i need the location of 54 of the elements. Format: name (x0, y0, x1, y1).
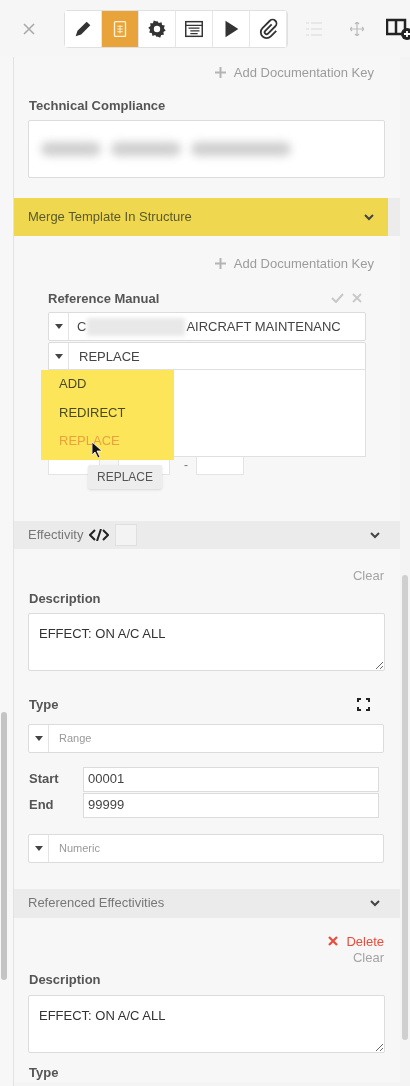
field-label: Type (29, 696, 59, 714)
description-field[interactable]: EFFECT: ON A/C ALL (28, 613, 385, 671)
field-label: Start (29, 770, 60, 789)
section-header[interactable]: Effectivity (14, 521, 400, 549)
field-label: Reference Manual (48, 289, 160, 308)
dropdown-option[interactable]: REDIRECT (49, 398, 365, 427)
code-icon[interactable] (89, 529, 110, 541)
caret-icon (34, 845, 43, 851)
select-field[interactable]: Numeric (28, 833, 384, 863)
add-documentation-key-link[interactable]: Add Documentation Key (214, 63, 374, 83)
field-label: End (29, 796, 55, 815)
select-field[interactable]: C AIRCRAFT MAINTENANC (48, 312, 366, 341)
add-column-icon[interactable] (386, 16, 410, 41)
close-icon (328, 936, 339, 947)
tooltip: REPLACE (88, 464, 163, 489)
scrollbar-thumb[interactable] (1, 712, 7, 980)
section-header[interactable]: Merge Template In Structure (14, 198, 388, 236)
section-title: Merge Template In Structure (28, 208, 192, 227)
move-icon[interactable] (350, 21, 364, 36)
chevron-icon[interactable] (364, 213, 374, 221)
section-title: Referenced Effectivities (28, 894, 165, 913)
field-label: Description (29, 589, 102, 608)
select-field[interactable]: REPLACE (48, 342, 366, 371)
caret-icon (34, 735, 43, 741)
expand-icon[interactable] (357, 698, 370, 712)
section-header[interactable]: Referenced Effectivities (14, 888, 400, 918)
section-title: Effectivity (28, 526, 84, 545)
scrollbar-thumb[interactable] (402, 575, 408, 1040)
plus-icon (214, 67, 226, 79)
toolbar-button[interactable] (65, 10, 102, 47)
dropdown-option[interactable]: ADD (49, 369, 365, 399)
check-icon[interactable] (331, 293, 344, 304)
description-field[interactable]: EFFECT: ON A/C ALL (28, 994, 385, 1053)
clear-link[interactable]: Clear (352, 950, 384, 966)
select-field[interactable]: Range (28, 723, 384, 753)
plus-icon (214, 258, 226, 270)
input-field[interactable]: 99999 (83, 792, 379, 818)
delete-link[interactable]: Delete (328, 931, 384, 951)
separator-text: - (184, 457, 188, 474)
input-field[interactable] (196, 455, 244, 475)
chevron-icon[interactable] (370, 899, 380, 907)
close-icon[interactable] (22, 21, 36, 36)
chevron-icon[interactable] (370, 531, 380, 539)
clear-link[interactable]: Clear (352, 566, 384, 586)
input-field[interactable]: 00001 (83, 766, 379, 792)
field-label: Type (29, 1063, 59, 1082)
field-label: Technical Compliance (29, 96, 167, 115)
field-label: Description (29, 971, 102, 989)
close-icon[interactable] (352, 293, 362, 304)
text-field[interactable] (28, 120, 385, 178)
add-documentation-key-link[interactable]: Add Documentation Key (214, 254, 374, 274)
caret-icon (54, 324, 63, 329)
caret-icon (54, 354, 63, 359)
paperclip-icon (257, 17, 279, 40)
